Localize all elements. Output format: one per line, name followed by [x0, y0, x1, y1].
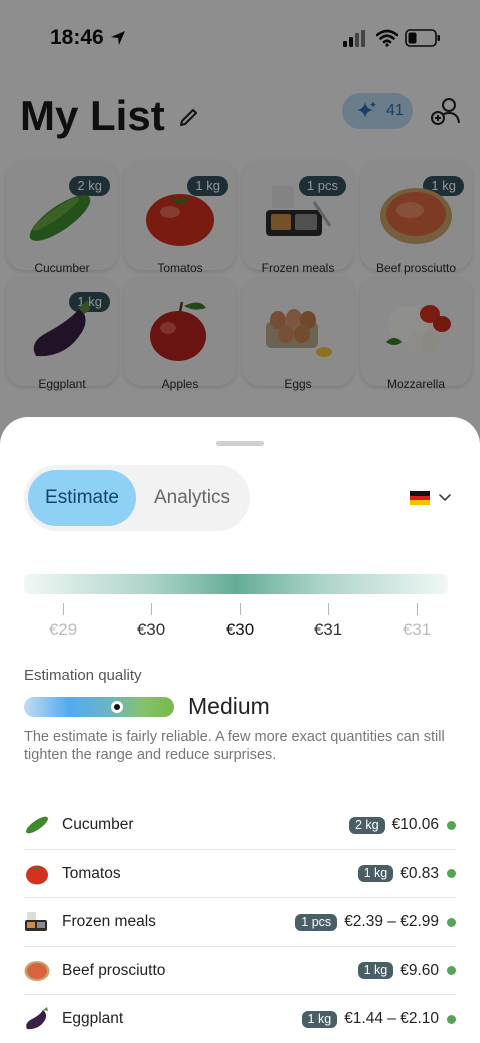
item-price: €10.06: [391, 816, 439, 833]
quality-meter: [24, 697, 174, 717]
item-name: Cucumber: [62, 816, 134, 833]
tomato-icon: [26, 865, 48, 884]
quantity-badge: 1 kg: [357, 865, 394, 882]
range-tick: €30: [200, 603, 280, 640]
list-item[interactable]: Beef prosciutto 1 kg €9.60: [24, 947, 456, 995]
item-price: €2.39 – €2.99: [344, 913, 439, 930]
list-item[interactable]: Tomatos 1 kg €0.83: [24, 850, 456, 898]
range-tick-label: €30: [225, 620, 255, 639]
estimate-item-list: Cucumber 2 kg €10.06 Tomatos 1 kg €0.83: [24, 801, 456, 1043]
item-price: €1.44 – €2.10: [344, 1010, 439, 1027]
range-tick-label: €29: [48, 620, 78, 639]
range-tick-label: €30: [136, 620, 166, 639]
list-item[interactable]: Eggplant 1 kg €1.44 – €2.10: [24, 995, 456, 1043]
eggplant-icon: [26, 1007, 48, 1030]
item-name: Beef prosciutto: [62, 961, 166, 979]
status-dot: [447, 917, 456, 927]
range-tick-label: €31: [402, 620, 432, 639]
range-tick: €31: [377, 603, 457, 640]
item-name: Frozen meals: [62, 913, 156, 930]
item-price: €9.60: [400, 961, 439, 979]
item-price: €0.83: [400, 864, 439, 882]
germany-flag-icon: [410, 491, 430, 505]
tab-estimate[interactable]: Estimate: [28, 470, 136, 526]
country-selector[interactable]: [406, 487, 456, 509]
quality-indicator: [111, 701, 123, 713]
range-tick: €30: [111, 603, 191, 640]
range-tick-label: €31: [313, 620, 343, 639]
item-name: Tomatos: [62, 864, 121, 882]
quality-value: Medium: [188, 693, 270, 719]
list-item[interactable]: Cucumber 2 kg €10.06: [24, 801, 456, 850]
range-tick: €31: [288, 603, 368, 640]
status-dot: [447, 820, 456, 830]
prosciutto-icon: [24, 960, 50, 981]
cucumber-icon: [26, 816, 48, 834]
quantity-badge: 2 kg: [348, 816, 385, 834]
quantity-badge: 1 kg: [357, 962, 394, 979]
list-item[interactable]: Frozen meals 1 pcs €2.39 – €2.99: [24, 898, 456, 947]
quality-description: The estimate is fairly reliable. A few m…: [24, 729, 445, 763]
frozen-meal-icon: [25, 912, 47, 931]
price-range-scale: €29 €30 €30 €31 €31: [0, 603, 480, 643]
status-dot: [447, 1014, 456, 1024]
price-range-bar: [24, 574, 448, 594]
quantity-badge: 1 pcs: [295, 913, 338, 931]
sheet-grabber[interactable]: [216, 441, 264, 446]
estimate-sheet: Estimate Analytics €29 €30 €30 €31 €31 E…: [0, 417, 480, 1043]
range-tick: €29: [23, 603, 103, 640]
quality-label: Estimation quality: [24, 667, 142, 684]
status-dot: [447, 869, 456, 878]
tab-analytics[interactable]: Analytics: [138, 470, 246, 526]
status-dot: [447, 966, 456, 975]
chevron-down-icon: [439, 494, 451, 501]
view-segmented-control: Estimate Analytics: [24, 465, 250, 531]
item-name: Eggplant: [62, 1010, 124, 1027]
quantity-badge: 1 kg: [301, 1010, 338, 1028]
